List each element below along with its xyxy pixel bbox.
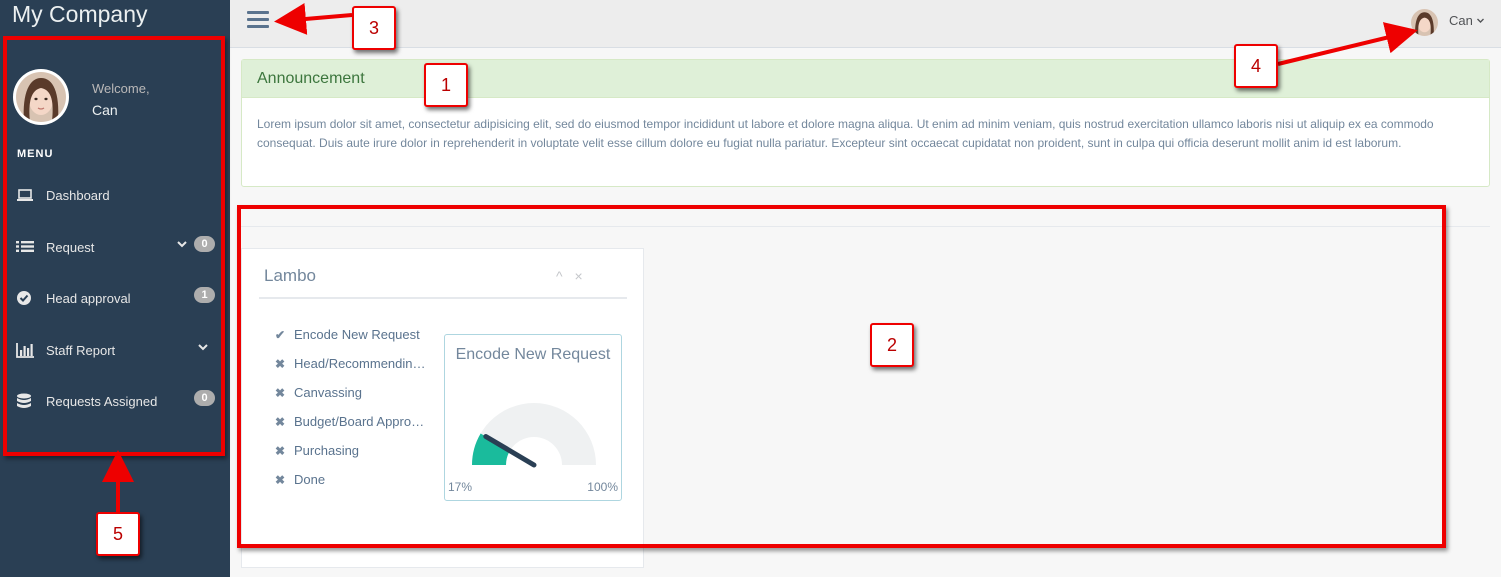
user-menu-dropdown[interactable]: Can (1449, 13, 1485, 28)
top-user-name: Can (1449, 13, 1473, 28)
top-avatar[interactable] (1411, 9, 1438, 36)
callout-2: 2 (870, 323, 914, 367)
menu-toggle-icon[interactable] (247, 11, 269, 31)
callout-4: 4 (1234, 44, 1278, 88)
announcement-body: Lorem ipsum dolor sit amet, consectetur … (257, 117, 1434, 150)
callout-3: 3 (352, 6, 396, 50)
annotation-frame-content (237, 205, 1446, 548)
chevron-down-icon (1477, 18, 1485, 23)
brand-title[interactable]: My Company (12, 0, 147, 28)
top-navbar: Can (230, 0, 1501, 48)
callout-5: 5 (96, 512, 140, 556)
callout-1: 1 (424, 63, 468, 107)
annotation-frame-sidebar (3, 36, 225, 456)
